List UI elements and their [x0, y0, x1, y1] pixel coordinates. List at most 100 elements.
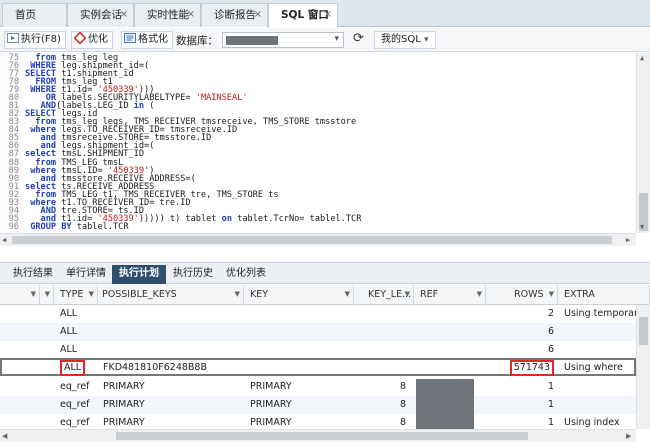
table-row[interactable]: eq_ref PRIMARY PRIMARY 8 1 — [0, 378, 636, 396]
column-header-possible-keys-label: POSSIBLE_KEYS — [102, 289, 177, 300]
scroll-left-icon[interactable]: ◀ — [2, 236, 6, 244]
refresh-icon[interactable]: ⟳ — [353, 32, 364, 46]
cell-ref — [420, 341, 482, 359]
tab-sql-window[interactable]: SQL 窗口 × — [268, 3, 338, 28]
chevron-down-icon: ▾ — [334, 34, 339, 44]
editor-vertical-scrollbar[interactable]: ▲ ▼ — [636, 53, 650, 233]
tab-optimization-list[interactable]: 优化列表 — [219, 265, 273, 284]
cell-ref — [420, 323, 482, 341]
cell-possible-keys — [103, 305, 243, 323]
editor-horizontal-scrollbar[interactable]: ◀ ▶ — [0, 233, 636, 246]
column-header-possible-keys[interactable]: POSSIBLE_KEYS ▼ — [98, 285, 244, 305]
cell-key-value: PRIMARY — [250, 399, 292, 410]
dropdown-icon[interactable]: ▼ — [477, 285, 482, 304]
cell-possible-keys-value: PRIMARY — [103, 381, 145, 392]
dropdown-icon[interactable]: ▼ — [31, 285, 36, 304]
grid-header: ▼ ▼ TYPE ▼ POSSIBLE_KEYS ▼ KEY ▼ KEY_LE... ▼… — [0, 285, 650, 305]
close-icon[interactable]: × — [254, 4, 262, 26]
cell-extra — [564, 396, 636, 414]
tab-instance-sessions[interactable]: 实例会话 × — [67, 3, 134, 27]
tab-row-detail[interactable]: 单行详情 — [59, 265, 113, 284]
cell-key-value: PRIMARY — [250, 381, 292, 392]
cell-rows: 6 — [486, 341, 554, 359]
cell-extra-value: Using temporary — [564, 308, 636, 319]
scroll-left-icon[interactable]: ◀ — [2, 432, 7, 440]
tab-execution-history[interactable]: 执行历史 — [166, 265, 220, 284]
tab-execution-result-label: 执行结果 — [13, 268, 53, 279]
cell-extra: Using temporary — [564, 305, 636, 323]
scroll-right-icon[interactable]: ▶ — [626, 236, 630, 244]
cell-type: eq_ref — [60, 396, 96, 414]
close-icon[interactable]: × — [120, 4, 128, 26]
cell-extra-value: Using index — [564, 417, 620, 428]
column-header-filter[interactable]: ▼ — [40, 285, 54, 305]
close-icon[interactable]: × — [187, 4, 195, 26]
tab-diagnostic-report[interactable]: 诊断报告 × — [201, 3, 268, 27]
table-row[interactable]: ALL 6 — [0, 323, 636, 341]
dropdown-icon[interactable]: ▼ — [549, 285, 554, 304]
cell-key-len-value: 8 — [399, 417, 406, 428]
format-button[interactable]: 格式化 — [121, 31, 173, 49]
cell-key — [250, 323, 350, 341]
column-header-key[interactable]: KEY ▼ — [246, 285, 354, 305]
close-icon[interactable]: × — [324, 4, 332, 26]
grid-horizontal-scrollbar[interactable]: ◀ ▶ — [0, 429, 636, 442]
tab-instance-sessions-label: 实例会话 — [80, 9, 122, 21]
optimize-button[interactable]: 优化 — [71, 31, 113, 49]
cell-possible-keys: FKD481810F6248B8B — [103, 359, 243, 377]
column-header-extra[interactable]: EXTRA — [560, 285, 650, 305]
cell-key-len — [364, 323, 406, 341]
optimize-button-label: 优化 — [88, 34, 108, 45]
cell-possible-keys: PRIMARY — [103, 378, 243, 396]
code-text: GROUP BY tablel.TCR — [30, 222, 129, 233]
tab-home[interactable]: 首页 — [2, 3, 67, 27]
tab-execution-plan[interactable]: 执行计划 — [112, 265, 166, 284]
dropdown-icon[interactable]: ▼ — [235, 285, 240, 304]
tab-realtime-performance-label: 实时性能 — [147, 9, 189, 21]
cell-rows: 2 — [486, 305, 554, 323]
table-row[interactable]: ALL 2 Using temporary — [0, 305, 636, 323]
table-row-selected[interactable]: ALL FKD481810F6248B8B 571743 Using where — [0, 358, 636, 376]
editor-horizontal-scroll-thumb[interactable] — [12, 236, 612, 244]
scroll-up-icon[interactable]: ▲ — [640, 54, 644, 62]
cell-key-len-value: 8 — [399, 381, 406, 392]
cell-possible-keys — [103, 323, 243, 341]
dropdown-icon[interactable]: ▼ — [89, 285, 94, 304]
cell-rows: 6 — [486, 323, 554, 341]
tab-home-label: 首页 — [15, 9, 36, 21]
execute-button[interactable]: 执行(F8) — [4, 31, 66, 49]
column-header-blank[interactable]: ▼ — [0, 285, 40, 305]
column-header-type-label: TYPE — [60, 289, 84, 300]
grid-horizontal-scroll-thumb[interactable] — [116, 432, 528, 440]
tab-execution-plan-label: 执行计划 — [119, 268, 159, 279]
my-sql-button-label: 我的SQL — [381, 34, 421, 45]
column-header-rows[interactable]: ROWS ▼ — [486, 285, 558, 305]
tab-execution-result[interactable]: 执行结果 — [6, 265, 60, 284]
dropdown-icon[interactable]: ▼ — [405, 285, 410, 304]
format-button-label: 格式化 — [138, 34, 168, 45]
cell-rows-value: 2 — [547, 308, 554, 319]
my-sql-button[interactable]: 我的SQL ▾ — [374, 31, 436, 49]
dropdown-icon[interactable]: ▼ — [45, 285, 50, 304]
grid-vertical-scrollbar[interactable] — [636, 305, 650, 429]
cell-type-value: ALL — [60, 344, 78, 355]
column-header-type[interactable]: TYPE ▼ — [56, 285, 98, 305]
column-header-ref[interactable]: REF ▼ — [416, 285, 486, 305]
grid-vertical-scroll-thumb[interactable] — [639, 317, 648, 345]
cell-type: ALL — [60, 323, 96, 341]
tab-realtime-performance[interactable]: 实时性能 × — [134, 3, 201, 27]
sql-editor[interactable]: 75 from tms_leg leg 76 WHERE leg.shipment… — [0, 53, 650, 246]
cell-type-value: eq_ref — [60, 417, 90, 428]
scroll-down-icon[interactable]: ▼ — [640, 223, 644, 231]
cell-key: PRIMARY — [250, 378, 350, 396]
cell-rows-value: 1 — [547, 417, 554, 428]
cell-rows-value: 571743 — [509, 360, 554, 376]
execute-button-label: 执行(F8) — [21, 34, 61, 45]
column-header-key-len[interactable]: KEY_LE... ▼ — [364, 285, 414, 305]
scroll-right-icon[interactable]: ▶ — [626, 432, 631, 440]
result-tab-bar: 执行结果 单行详情 执行计划 执行历史 优化列表 — [0, 262, 650, 284]
dropdown-icon[interactable]: ▼ — [345, 285, 350, 304]
table-row[interactable]: eq_ref PRIMARY PRIMARY 8 1 — [0, 396, 636, 414]
table-row[interactable]: ALL 6 — [0, 341, 636, 359]
database-select[interactable]: ▾ — [222, 32, 344, 48]
